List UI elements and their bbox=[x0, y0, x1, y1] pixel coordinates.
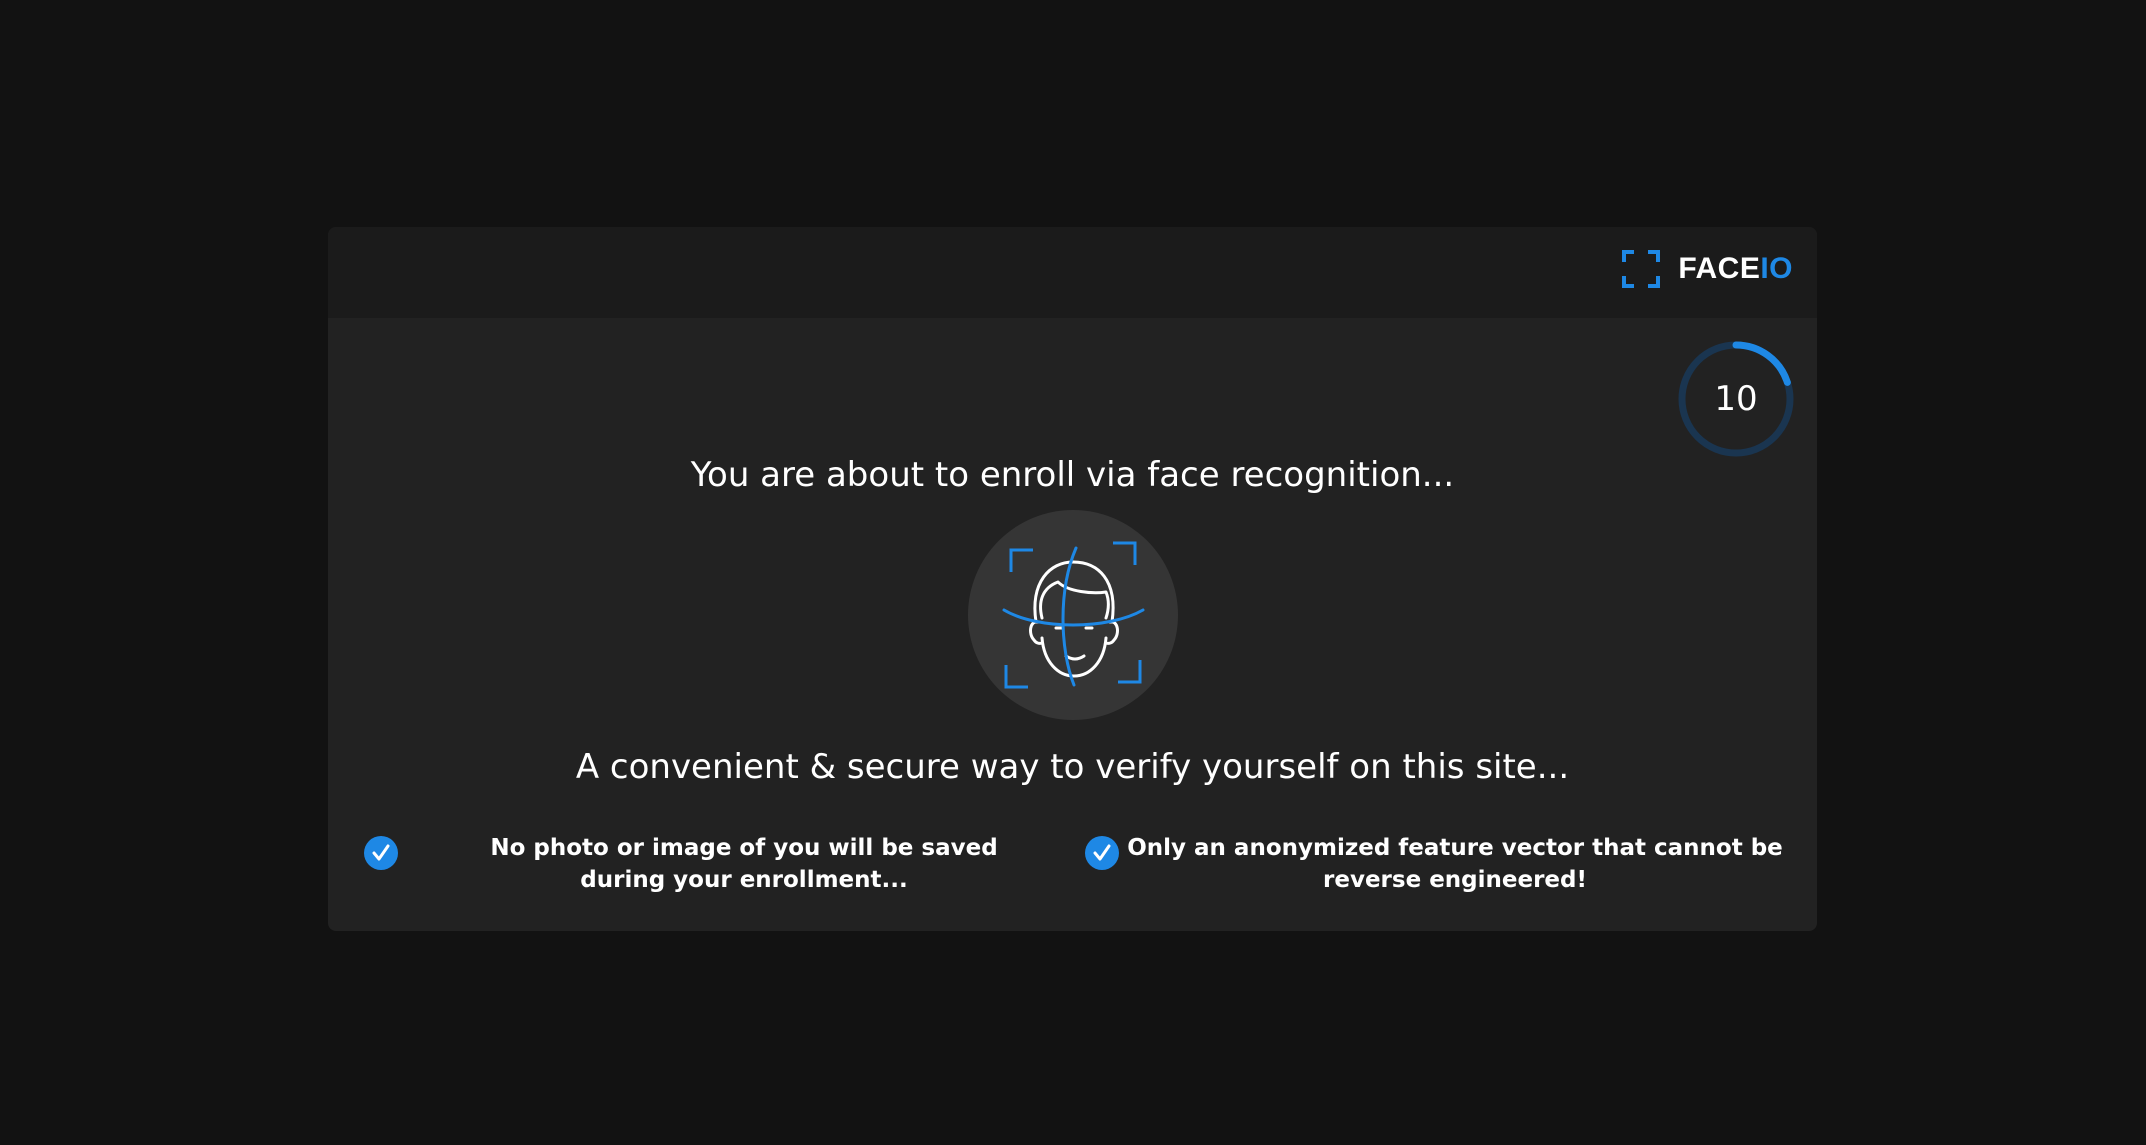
modal-header: FACEIO bbox=[328, 227, 1817, 318]
check-icon bbox=[1085, 836, 1119, 870]
brand-name-main: FACE bbox=[1678, 252, 1761, 285]
brand-name: FACEIO bbox=[1678, 252, 1793, 286]
enrollment-modal: FACEIO 10 You are about to enroll via fa… bbox=[328, 227, 1817, 931]
countdown-timer: 10 bbox=[1676, 339, 1796, 459]
enroll-headline: You are about to enroll via face recogni… bbox=[690, 455, 1455, 495]
face-illustration bbox=[968, 510, 1178, 720]
feature-text: No photo or image of you will be saved d… bbox=[490, 835, 998, 893]
feature-item-no-photo: No photo or image of you will be saved d… bbox=[364, 832, 1064, 902]
face-scan-icon bbox=[1002, 541, 1145, 689]
check-icon bbox=[364, 836, 398, 870]
countdown-value: 10 bbox=[1714, 379, 1758, 419]
page-background: FACEIO 10 You are about to enroll via fa… bbox=[0, 0, 2146, 1145]
feature-text: Only an anonymized feature vector that c… bbox=[1127, 835, 1783, 893]
feature-item-feature-vector: Only an anonymized feature vector that c… bbox=[1085, 832, 1785, 902]
brand-name-accent: IO bbox=[1760, 252, 1793, 285]
face-frame-icon bbox=[1622, 250, 1661, 288]
brand-logo: FACEIO bbox=[1622, 249, 1793, 289]
enroll-subline: A convenient & secure way to verify your… bbox=[575, 747, 1570, 787]
